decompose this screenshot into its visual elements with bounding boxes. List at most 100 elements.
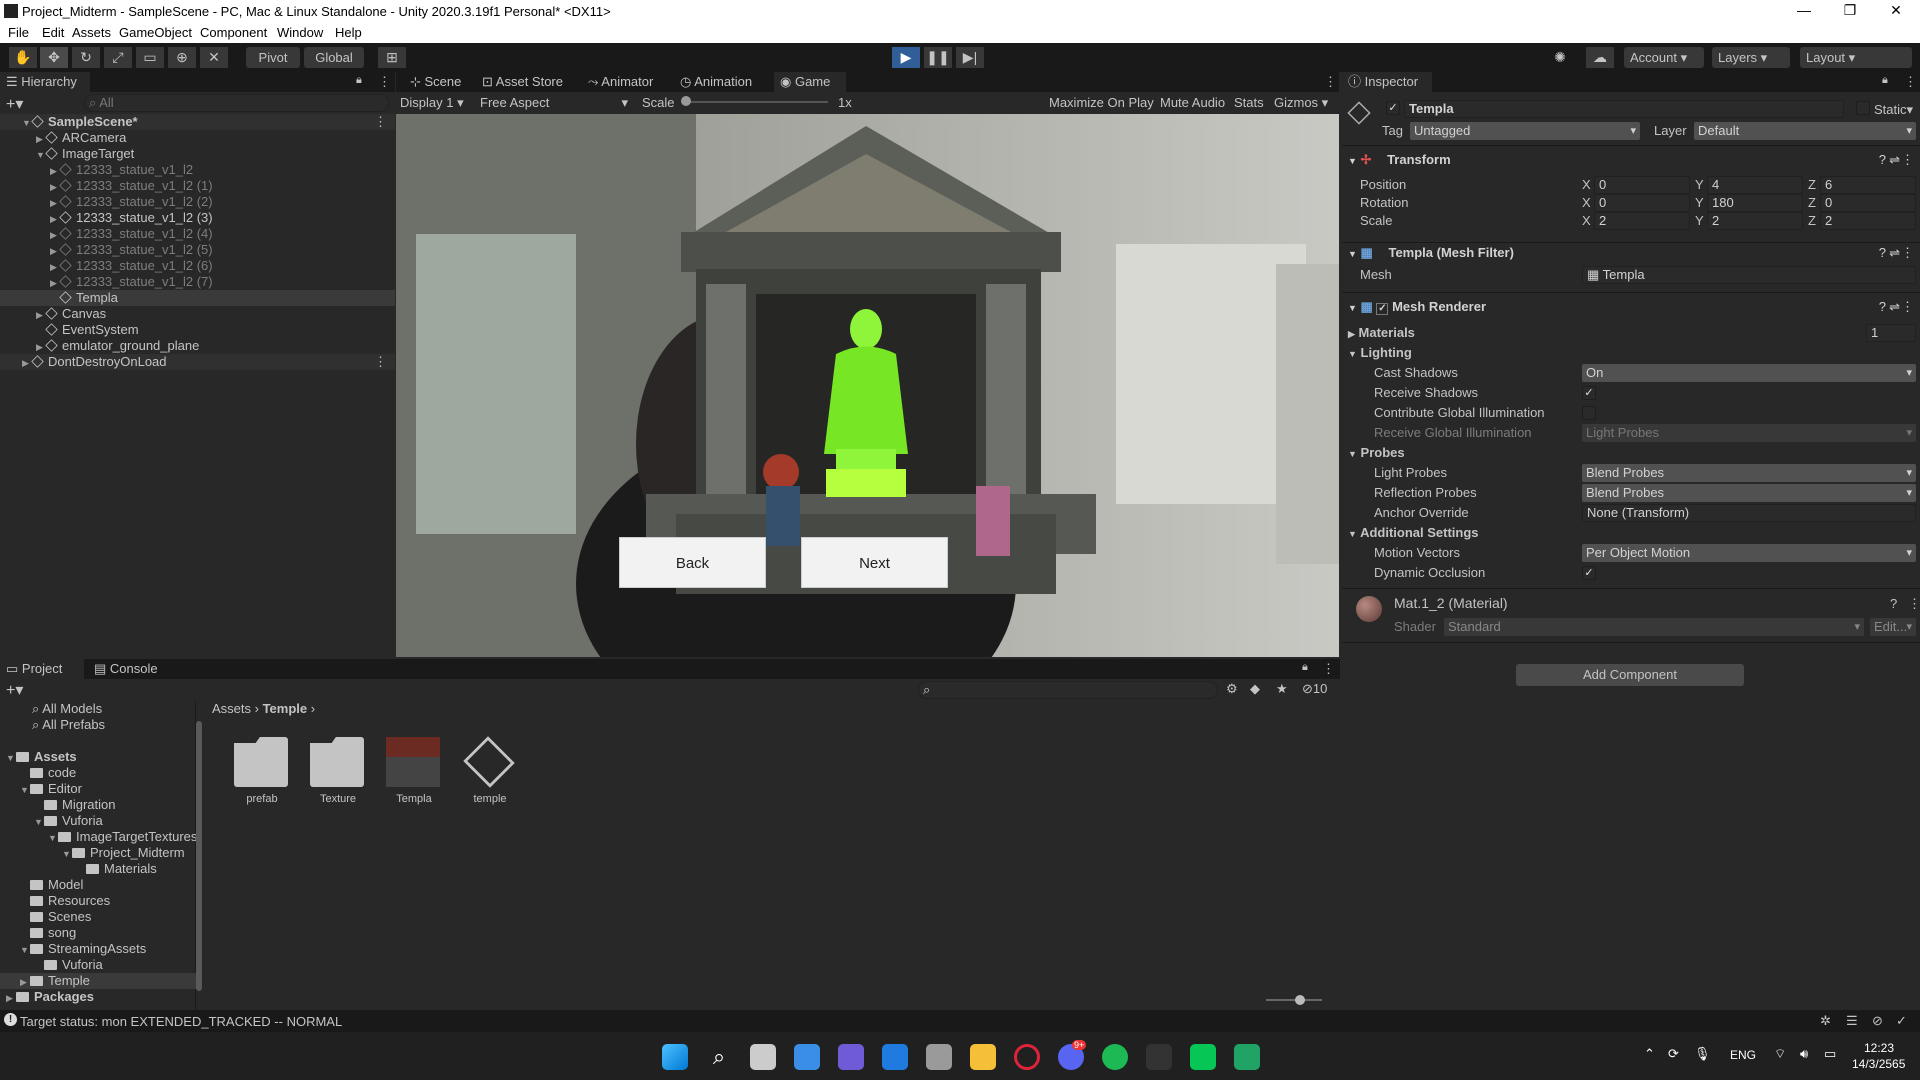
- unity-icon[interactable]: [1146, 1044, 1172, 1070]
- expand-arrow-icon[interactable]: ▼: [62, 846, 72, 862]
- project-folder[interactable]: Vuforia: [0, 957, 196, 973]
- debug-icon[interactable]: ✲: [1820, 1013, 1831, 1029]
- tray-chevron-icon[interactable]: ⌃: [1644, 1046, 1655, 1062]
- hierarchy-item[interactable]: Templa: [0, 290, 395, 306]
- favorite-all-prefabs[interactable]: ⌕ All Prefabs: [32, 717, 105, 733]
- object-name-field[interactable]: Templa: [1404, 100, 1844, 118]
- add-icon[interactable]: +▾: [6, 94, 23, 114]
- materials-foldout[interactable]: ▶ Materials: [1348, 324, 1415, 342]
- preset-icon[interactable]: ⇌: [1889, 149, 1900, 171]
- help-icon[interactable]: ?: [1879, 296, 1886, 318]
- project-folder[interactable]: Model: [0, 877, 196, 893]
- tab-animator[interactable]: ⤳ Animator: [582, 72, 668, 92]
- wifi-icon[interactable]: ⌔: [1774, 1046, 1786, 1062]
- expand-arrow-icon[interactable]: ▶: [6, 990, 16, 1006]
- component-menu-icon[interactable]: ⋮: [1901, 242, 1914, 264]
- file-explorer-icon[interactable]: [970, 1044, 996, 1070]
- mesh-field[interactable]: ▦ Templa: [1582, 266, 1916, 284]
- help-icon[interactable]: ?: [1890, 596, 1897, 611]
- progress-icon[interactable]: ☰: [1846, 1013, 1858, 1029]
- shader-dropdown[interactable]: Standard: [1444, 618, 1864, 636]
- component-menu-icon[interactable]: ⋮: [1901, 296, 1914, 318]
- collab-icon[interactable]: ✺: [1546, 47, 1574, 68]
- minimize-icon[interactable]: —: [1784, 2, 1824, 20]
- favorite-icon[interactable]: ★: [1276, 681, 1288, 697]
- back-button[interactable]: Back: [619, 537, 766, 588]
- expand-arrow-icon[interactable]: ▶: [50, 275, 60, 291]
- favorite-all-models[interactable]: ⌕ All Models: [32, 701, 102, 717]
- menu-gameobject[interactable]: GameObject: [119, 25, 192, 40]
- maximize-on-play-toggle[interactable]: Maximize On Play: [1049, 95, 1154, 110]
- transform-x-field[interactable]: 0: [1594, 176, 1690, 194]
- close-icon[interactable]: ✕: [1876, 2, 1916, 20]
- expand-arrow-icon[interactable]: ▶: [50, 163, 60, 179]
- layers-dropdown[interactable]: Layers ▾: [1712, 47, 1790, 68]
- transform-z-field[interactable]: 0: [1820, 194, 1916, 212]
- project-folder[interactable]: code: [0, 765, 196, 781]
- dynamic-occlusion-checkbox[interactable]: ✓: [1582, 566, 1596, 580]
- icon-size-slider[interactable]: [1266, 999, 1322, 1001]
- tag-dropdown[interactable]: Untagged: [1410, 122, 1640, 140]
- filter-label-icon[interactable]: ◆: [1250, 681, 1260, 697]
- receive-shadows-checkbox[interactable]: ✓: [1582, 386, 1596, 400]
- menu-window[interactable]: Window: [277, 25, 323, 40]
- hierarchy-item[interactable]: ▶ emulator_ground_plane: [0, 338, 395, 354]
- hierarchy-item[interactable]: ▶ 12333_statue_v1_l2 (1): [0, 178, 395, 194]
- breadcrumb-assets[interactable]: Assets: [212, 701, 251, 716]
- project-search-input[interactable]: ⌕: [918, 681, 1218, 699]
- pivot-toggle[interactable]: Pivot: [246, 47, 300, 68]
- project-folder[interactable]: Resources: [0, 893, 196, 909]
- expand-arrow-icon[interactable]: ▶: [36, 131, 46, 147]
- project-folder[interactable]: Migration: [0, 797, 196, 813]
- lock-icon[interactable]: 🔒︎: [356, 74, 362, 87]
- clock-time[interactable]: 12:23: [1864, 1041, 1894, 1055]
- project-folder[interactable]: ▼ Editor: [0, 781, 196, 797]
- contribute-gi-checkbox[interactable]: [1582, 406, 1596, 420]
- line-icon[interactable]: [1190, 1044, 1216, 1070]
- next-button[interactable]: Next: [801, 537, 948, 588]
- expand-arrow-icon[interactable]: ▶: [36, 339, 46, 355]
- probes-foldout[interactable]: ▼ Probes: [1348, 444, 1405, 462]
- step-icon[interactable]: ▶|: [956, 47, 984, 68]
- cast-shadows-dropdown[interactable]: On: [1582, 364, 1916, 382]
- task-view-icon[interactable]: [750, 1044, 776, 1070]
- project-folder[interactable]: ▶ Packages: [0, 989, 196, 1005]
- layout-dropdown[interactable]: Layout ▾: [1800, 47, 1912, 68]
- project-folder[interactable]: ▶ Temple: [0, 973, 196, 989]
- meshfilter-header[interactable]: ▼ ▦ Templa (Mesh Filter)? ⇌ ⋮: [1348, 242, 1916, 264]
- layer-dropdown[interactable]: Default: [1694, 122, 1916, 140]
- expand-arrow-icon[interactable]: ▶: [50, 227, 60, 243]
- reflection-probes-dropdown[interactable]: Blend Probes: [1582, 484, 1916, 502]
- scale-slider-handle[interactable]: [681, 96, 691, 106]
- search-icon[interactable]: ⌕: [706, 1044, 732, 1070]
- hierarchy-item[interactable]: ▼ ImageTarget: [0, 146, 395, 162]
- auto-generate-icon[interactable]: ⊘: [1872, 1013, 1883, 1029]
- volume-icon[interactable]: 🔊︎: [1800, 1046, 1808, 1062]
- project-folder[interactable]: ▼ Project_Midterm: [0, 845, 196, 861]
- expand-arrow-icon[interactable]: ▶: [20, 974, 30, 990]
- status-message[interactable]: Target status: mon EXTENDED_TRACKED -- N…: [20, 1014, 342, 1029]
- tree-scrollbar[interactable]: [196, 721, 202, 991]
- hierarchy-item[interactable]: ▶ 12333_statue_v1_l2: [0, 162, 395, 178]
- play-icon[interactable]: ▶: [892, 47, 920, 68]
- menu-file[interactable]: File: [8, 25, 29, 40]
- hierarchy-item[interactable]: EventSystem: [0, 322, 395, 338]
- hierarchy-item[interactable]: ▶ 12333_statue_v1_l2 (7): [0, 274, 395, 290]
- custom-tool-icon[interactable]: ✕: [200, 47, 228, 68]
- hidden-packages-icon[interactable]: ⊘10: [1302, 681, 1327, 697]
- transform-x-field[interactable]: 2: [1594, 212, 1690, 230]
- motion-vectors-dropdown[interactable]: Per Object Motion: [1582, 544, 1916, 562]
- additional-settings-foldout[interactable]: ▼ Additional Settings: [1348, 524, 1479, 542]
- component-menu-icon[interactable]: ⋮: [1901, 149, 1914, 171]
- grid-snap-icon[interactable]: ⊞: [378, 47, 406, 68]
- aspect-dropdown[interactable]: Free Aspect ▾: [480, 95, 628, 110]
- lock-icon[interactable]: 🔒︎: [1302, 661, 1308, 674]
- expand-arrow-icon[interactable]: ▼: [34, 814, 44, 830]
- filter-type-icon[interactable]: ⚙: [1226, 681, 1238, 697]
- rect-tool-icon[interactable]: ▭: [136, 47, 164, 68]
- project-folder[interactable]: ▼ StreamingAssets: [0, 941, 196, 957]
- hierarchy-item[interactable]: ▶ 12333_statue_v1_l2 (2): [0, 194, 395, 210]
- project-folder[interactable]: song: [0, 925, 196, 941]
- game-view[interactable]: Back Next: [396, 114, 1339, 657]
- meshrenderer-enabled-checkbox[interactable]: ✓: [1376, 303, 1389, 315]
